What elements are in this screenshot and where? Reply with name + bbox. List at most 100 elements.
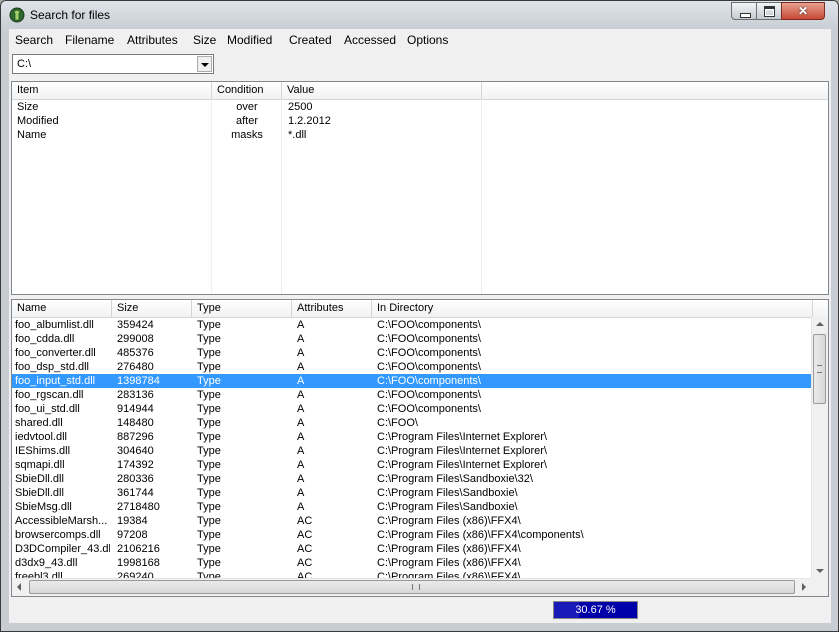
- scroll-right-icon[interactable]: [796, 579, 812, 595]
- table-row[interactable]: browsercomps.dll 97208 Type AC C:\Program Fi…: [12, 528, 813, 542]
- col-header-type[interactable]: Type: [192, 300, 292, 317]
- condition-row[interactable]: Size over 2500: [12, 100, 828, 114]
- file-directory: C:\Program Files\Internet Explorer\: [377, 459, 547, 471]
- table-row[interactable]: AccessibleMarsh... 19384 Type AC C:\Program …: [12, 514, 813, 528]
- file-attributes: A: [297, 347, 305, 359]
- col-header-attributes[interactable]: Attributes: [292, 300, 372, 317]
- table-row[interactable]: foo_input_std.dll 1398784 Type A C:\FOO\comp…: [12, 374, 813, 388]
- condition-item: Size: [17, 101, 39, 113]
- condition-value: 1.2.2012: [288, 115, 331, 127]
- file-attributes: A: [297, 473, 305, 485]
- menu-options[interactable]: Options: [407, 33, 448, 47]
- menu-filename[interactable]: Filename: [65, 33, 114, 47]
- file-type: Type: [197, 417, 221, 429]
- menu-accessed[interactable]: Accessed: [344, 33, 396, 47]
- table-row[interactable]: shared.dll 148480 Type A C:\FOO\: [12, 416, 813, 430]
- file-attributes: A: [297, 361, 305, 373]
- condition-row[interactable]: Modified after 1.2.2012: [12, 114, 828, 128]
- file-name: foo_dsp_std.dll: [15, 361, 89, 373]
- drive-select[interactable]: C:\: [12, 54, 214, 74]
- scroll-down-icon[interactable]: [812, 563, 828, 579]
- table-row[interactable]: foo_dsp_std.dll 276480 Type A C:\FOO\compone…: [12, 360, 813, 374]
- col-header-directory[interactable]: In Directory: [372, 300, 813, 317]
- app-icon: [9, 7, 25, 23]
- file-directory: C:\FOO\components\: [377, 361, 481, 373]
- menu-modified[interactable]: Modified: [227, 33, 272, 47]
- file-type: Type: [197, 529, 221, 541]
- title-bar[interactable]: Search for files: [1, 1, 838, 29]
- menu-created[interactable]: Created: [289, 33, 332, 47]
- table-row[interactable]: SbieDll.dll 361744 Type A C:\Program Files\S…: [12, 486, 813, 500]
- table-row[interactable]: sqmapi.dll 174392 Type A C:\Program Files\In…: [12, 458, 813, 472]
- hscroll-thumb[interactable]: [29, 580, 795, 594]
- file-directory: C:\Program Files (x86)\FFX4\: [377, 543, 521, 555]
- progress-bar: 30.67 %: [553, 601, 638, 619]
- table-row[interactable]: foo_albumlist.dll 359424 Type A C:\FOO\compo…: [12, 318, 813, 332]
- file-directory: C:\Program Files\Internet Explorer\: [377, 445, 547, 457]
- table-row[interactable]: foo_rgscan.dll 283136 Type A C:\FOO\componen…: [12, 388, 813, 402]
- scroll-left-icon[interactable]: [12, 579, 28, 595]
- col-header-condition[interactable]: Condition: [212, 82, 282, 99]
- table-row[interactable]: SbieMsg.dll 2718480 Type A C:\Program Files\…: [12, 500, 813, 514]
- col-header-item[interactable]: Item: [12, 82, 212, 99]
- file-name: foo_ui_std.dll: [15, 403, 80, 415]
- file-attributes: AC: [297, 543, 313, 555]
- table-row[interactable]: IEShims.dll 304640 Type A C:\Program Files\I…: [12, 444, 813, 458]
- vertical-scrollbar[interactable]: [811, 317, 828, 579]
- results-list[interactable]: Name Size Type Attributes In Directory f…: [11, 299, 829, 597]
- file-attributes: A: [297, 487, 305, 499]
- menu-bar: Search Filename Attributes Size Modified…: [9, 29, 831, 51]
- file-attributes: A: [297, 445, 305, 457]
- minimize-button[interactable]: [731, 2, 757, 20]
- menu-attributes[interactable]: Attributes: [127, 33, 178, 47]
- scroll-thumb[interactable]: [813, 334, 826, 404]
- condition-value: 2500: [288, 101, 313, 113]
- table-row[interactable]: SbieDll.dll 280336 Type A C:\Program Files\S…: [12, 472, 813, 486]
- file-name: IEShims.dll: [15, 445, 71, 457]
- file-size: 1398784: [117, 375, 160, 387]
- horizontal-scrollbar[interactable]: [12, 578, 812, 596]
- scroll-up-icon[interactable]: [812, 317, 828, 333]
- menu-search[interactable]: Search: [15, 33, 53, 47]
- file-attributes: A: [297, 375, 305, 387]
- file-size: 485376: [117, 347, 154, 359]
- table-row[interactable]: foo_ui_std.dll 914944 Type A C:\FOO\componen…: [12, 402, 813, 416]
- file-type: Type: [197, 543, 221, 555]
- file-size: 914944: [117, 403, 154, 415]
- file-name: SbieDll.dll: [15, 487, 64, 499]
- window-title: Search for files: [30, 8, 111, 22]
- file-attributes: A: [297, 403, 305, 415]
- conditions-list[interactable]: Item Condition Value Size over 2500 Modifie…: [11, 81, 829, 295]
- file-size: 276480: [117, 361, 154, 373]
- close-button[interactable]: [781, 2, 825, 20]
- results-header: Name Size Type Attributes In Directory: [12, 300, 828, 318]
- file-attributes: A: [297, 319, 305, 331]
- file-type: Type: [197, 431, 221, 443]
- file-type: Type: [197, 459, 221, 471]
- maximize-button[interactable]: [756, 2, 782, 20]
- table-row[interactable]: foo_cdda.dll 299008 Type A C:\FOO\components…: [12, 332, 813, 346]
- condition-row[interactable]: Name masks *.dll: [12, 128, 828, 142]
- table-row[interactable]: foo_converter.dll 485376 Type A C:\FOO\compo…: [12, 346, 813, 360]
- file-directory: C:\FOO\components\: [377, 333, 481, 345]
- status-bar: 30.67 %: [9, 599, 831, 623]
- file-attributes: AC: [297, 529, 313, 541]
- table-row[interactable]: iedvtool.dll 887296 Type A C:\Program Files\…: [12, 430, 813, 444]
- col-header-value[interactable]: Value: [282, 82, 482, 99]
- file-attributes: A: [297, 333, 305, 345]
- file-directory: C:\FOO\components\: [377, 347, 481, 359]
- table-row[interactable]: D3DCompiler_43.dll 2106216 Type AC C:\Progra…: [12, 542, 813, 556]
- menu-size[interactable]: Size: [193, 33, 216, 47]
- file-size: 361744: [117, 487, 154, 499]
- file-type: Type: [197, 487, 221, 499]
- chevron-down-icon[interactable]: [197, 56, 212, 72]
- file-attributes: AC: [297, 557, 313, 569]
- table-row[interactable]: d3dx9_43.dll 1998168 Type AC C:\Program File…: [12, 556, 813, 570]
- file-directory: C:\Program Files (x86)\FFX4\: [377, 515, 521, 527]
- col-header-size[interactable]: Size: [112, 300, 192, 317]
- col-header-name[interactable]: Name: [12, 300, 112, 317]
- file-type: Type: [197, 347, 221, 359]
- file-type: Type: [197, 375, 221, 387]
- file-attributes: AC: [297, 515, 313, 527]
- file-name: SbieDll.dll: [15, 473, 64, 485]
